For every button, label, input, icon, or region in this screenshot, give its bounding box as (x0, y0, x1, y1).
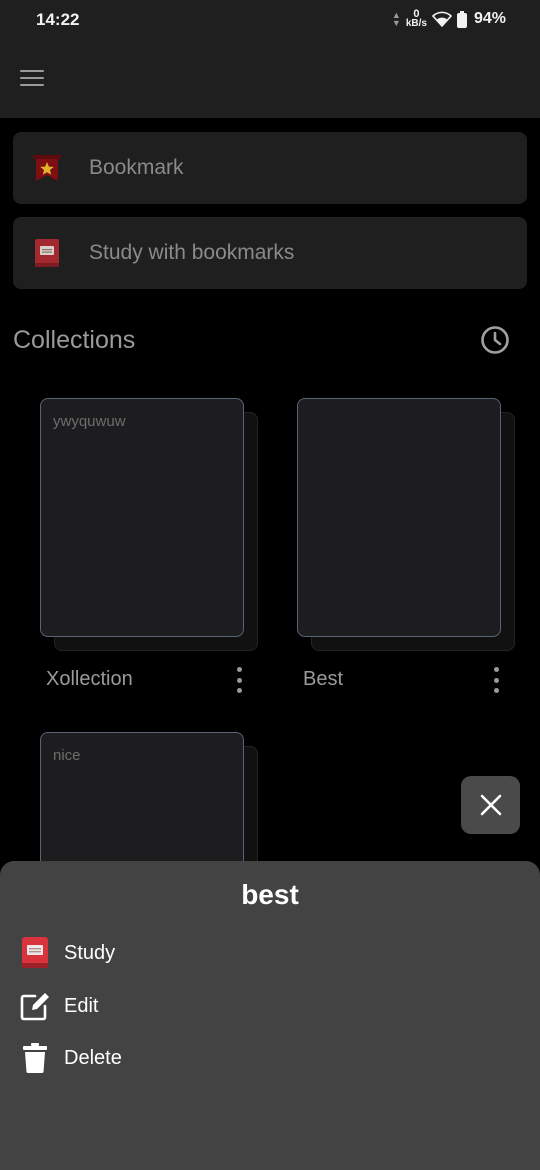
trash-icon (23, 1043, 47, 1073)
network-speed: 0 kB/s (406, 9, 427, 29)
collection-name: Xollection (46, 668, 133, 690)
study-action[interactable]: Study (18, 933, 518, 973)
delete-label: Delete (64, 1046, 122, 1069)
collection-card-best[interactable] (297, 398, 519, 658)
collection-preview-text: nice (53, 747, 81, 764)
bookmark-row[interactable]: Bookmark (13, 132, 527, 204)
hamburger-menu-icon[interactable] (20, 70, 44, 88)
collection-card-xollection[interactable]: ywyquwuw (40, 398, 262, 658)
more-options-icon[interactable] (491, 667, 501, 693)
study-label: Study (64, 941, 116, 964)
battery-icon (456, 10, 467, 28)
edit-action[interactable]: Edit (18, 986, 518, 1026)
history-clock-icon[interactable] (480, 325, 510, 355)
collection-actions-sheet: best Study Edit Delete (0, 861, 540, 1170)
study-with-bookmarks-row[interactable]: Study with bookmarks (13, 217, 527, 289)
edit-label: Edit (64, 994, 99, 1017)
status-icons: ▲ ▼ 0 kB/s 94% (392, 9, 506, 29)
network-speed-unit: kB/s (405, 18, 427, 29)
card-stack-front: ywyquwuw (40, 398, 244, 637)
close-button[interactable] (461, 776, 520, 834)
study-book-icon (22, 937, 48, 968)
data-activity-icon: ▲ ▼ (391, 10, 401, 28)
study-book-icon (35, 239, 59, 267)
wifi-icon (431, 11, 452, 27)
battery-percent: 94% (473, 10, 506, 27)
bookmark-star-icon (33, 155, 61, 181)
status-bar: 14:22 ▲ ▼ 0 kB/s 94% (0, 0, 540, 40)
sheet-title: best (241, 879, 299, 910)
collection-name: Best (303, 668, 344, 690)
bookmark-label: Bookmark (89, 156, 184, 179)
more-options-icon[interactable] (234, 667, 244, 693)
status-time: 14:22 (36, 10, 80, 29)
edit-pencil-icon (20, 993, 49, 1021)
study-with-bookmarks-label: Study with bookmarks (89, 241, 295, 264)
top-app-bar (0, 40, 540, 118)
close-icon (480, 794, 501, 816)
collection-preview-text: ywyquwuw (53, 413, 126, 430)
card-stack-front (297, 398, 501, 637)
collections-title: Collections (13, 326, 136, 354)
delete-action[interactable]: Delete (18, 1038, 518, 1078)
